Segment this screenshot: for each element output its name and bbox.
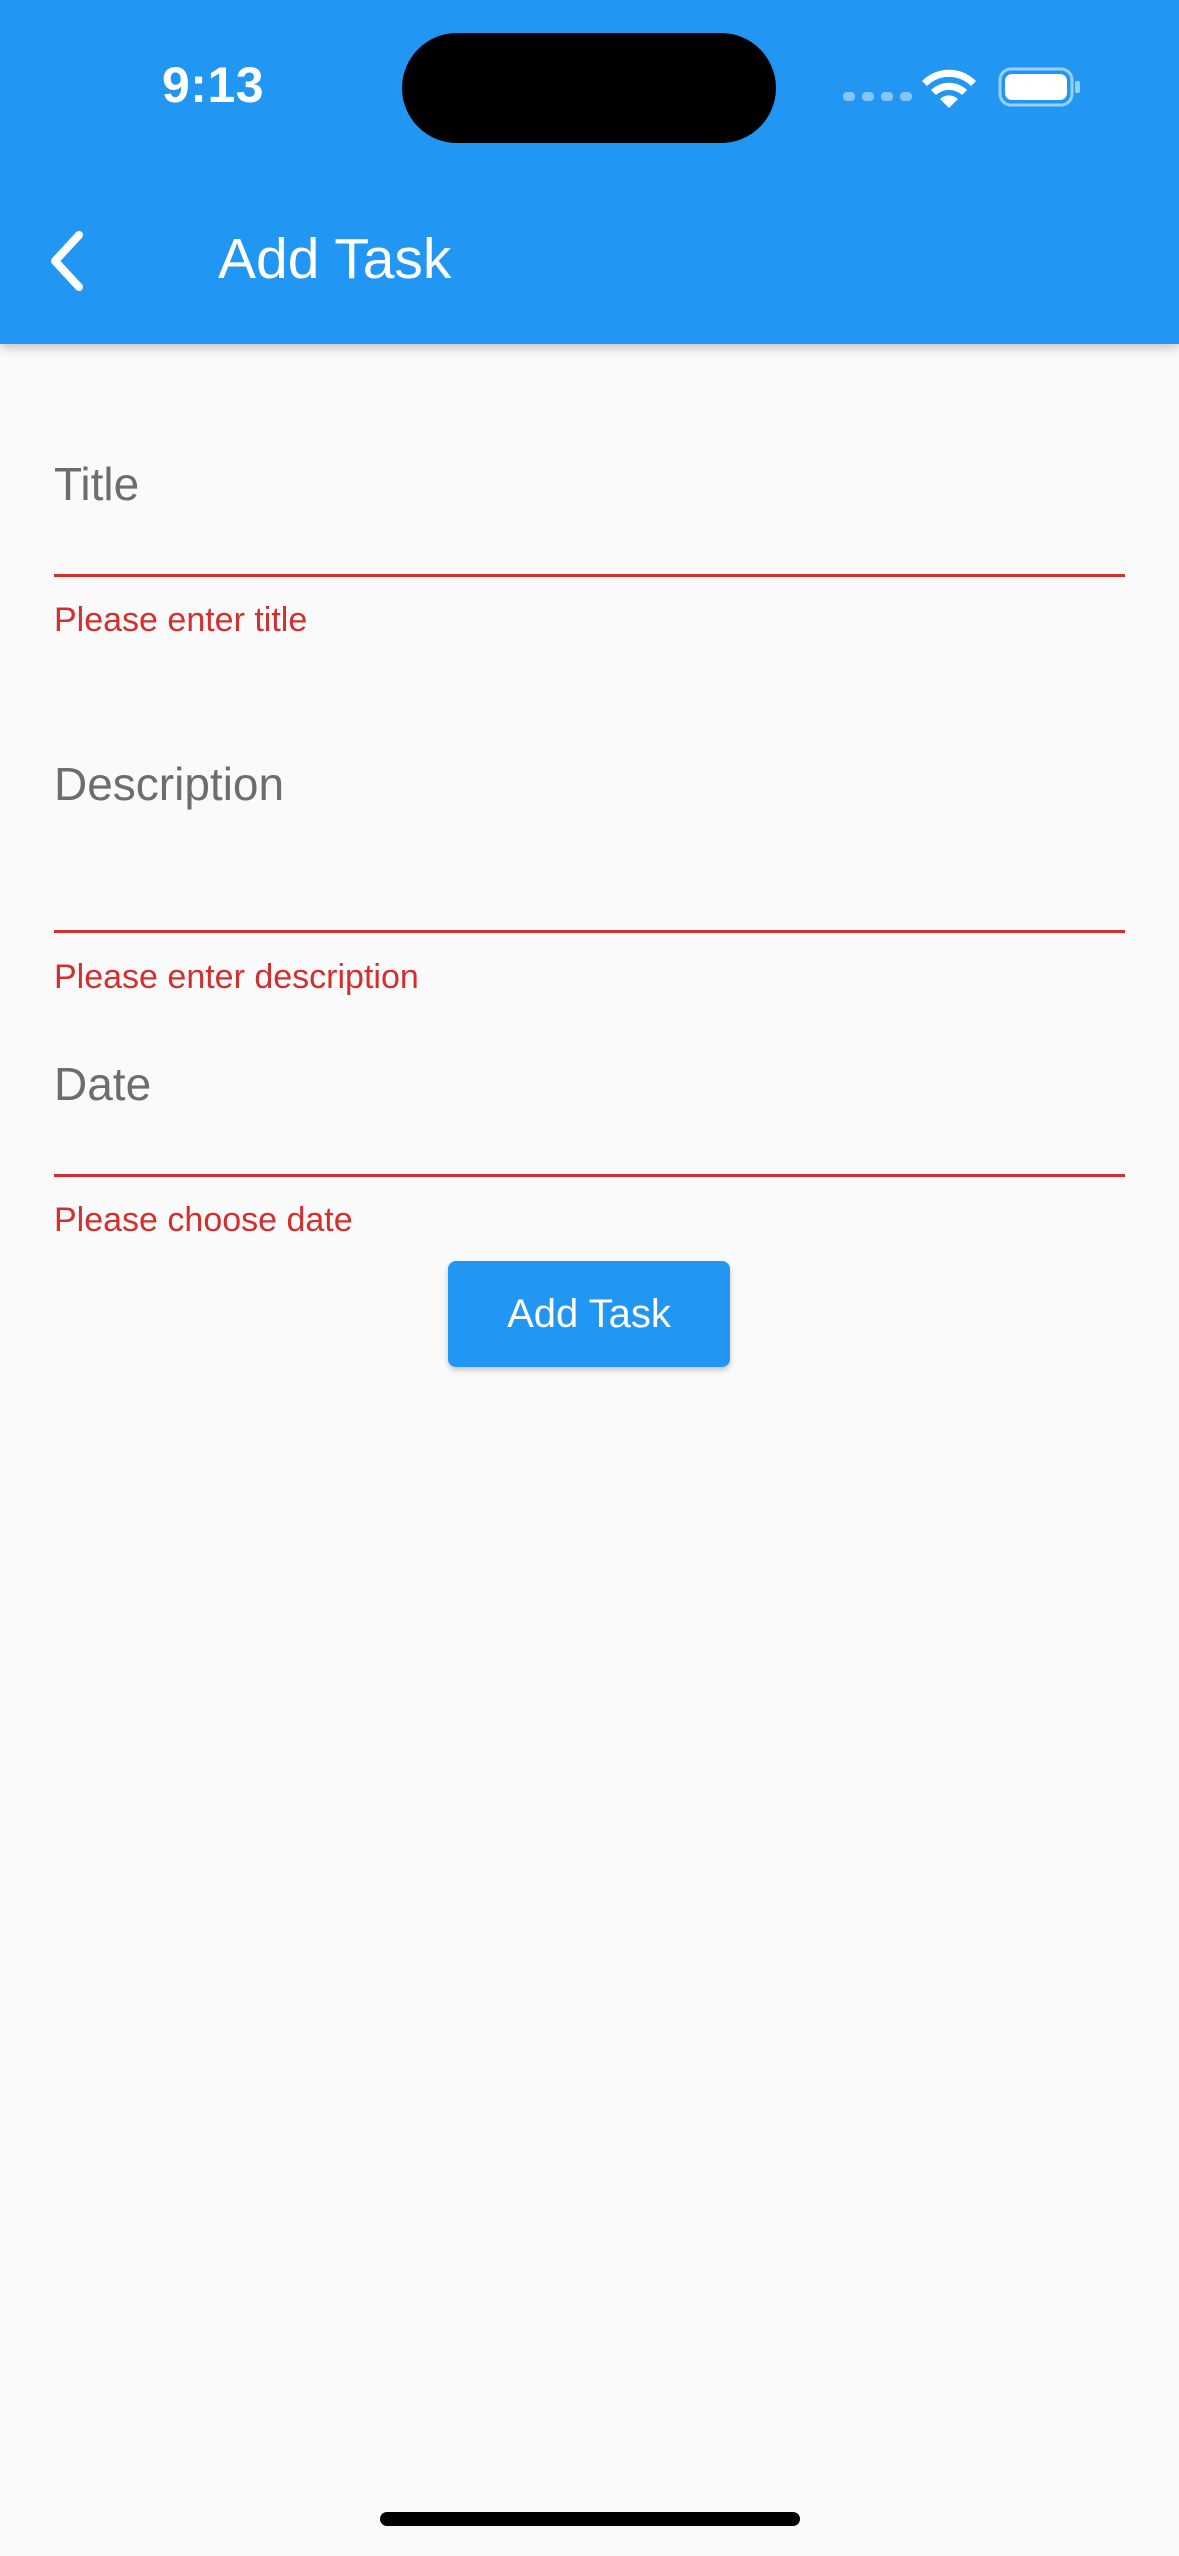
dynamic-island bbox=[402, 33, 776, 143]
home-indicator bbox=[380, 2512, 800, 2526]
date-field-label: Date bbox=[54, 1058, 152, 1110]
title-field-error: Please enter title bbox=[54, 601, 308, 639]
add-task-button[interactable]: Add Task bbox=[448, 1261, 730, 1367]
back-button[interactable] bbox=[30, 214, 104, 308]
description-field-error: Please enter description bbox=[54, 958, 419, 996]
date-field-underline bbox=[54, 1174, 1125, 1177]
page-title: Add Task bbox=[218, 227, 452, 291]
cellular-signal-icon bbox=[843, 92, 912, 101]
battery-icon bbox=[998, 67, 1080, 107]
date-field-error: Please choose date bbox=[54, 1201, 353, 1239]
status-time: 9:13 bbox=[162, 57, 265, 113]
chevron-left-icon bbox=[51, 231, 83, 291]
title-field-underline bbox=[54, 574, 1125, 577]
wifi-icon bbox=[922, 69, 976, 108]
description-field[interactable]: Description Please enter description bbox=[54, 674, 1125, 1014]
description-field-underline bbox=[54, 930, 1125, 933]
app-bar: 9:13 Add Task bbox=[0, 0, 1179, 344]
title-field[interactable]: Title Please enter title bbox=[54, 344, 1125, 674]
date-field[interactable]: Date Please choose date bbox=[54, 1014, 1125, 1264]
title-field-label: Title bbox=[54, 458, 140, 510]
description-field-label: Description bbox=[54, 758, 285, 810]
